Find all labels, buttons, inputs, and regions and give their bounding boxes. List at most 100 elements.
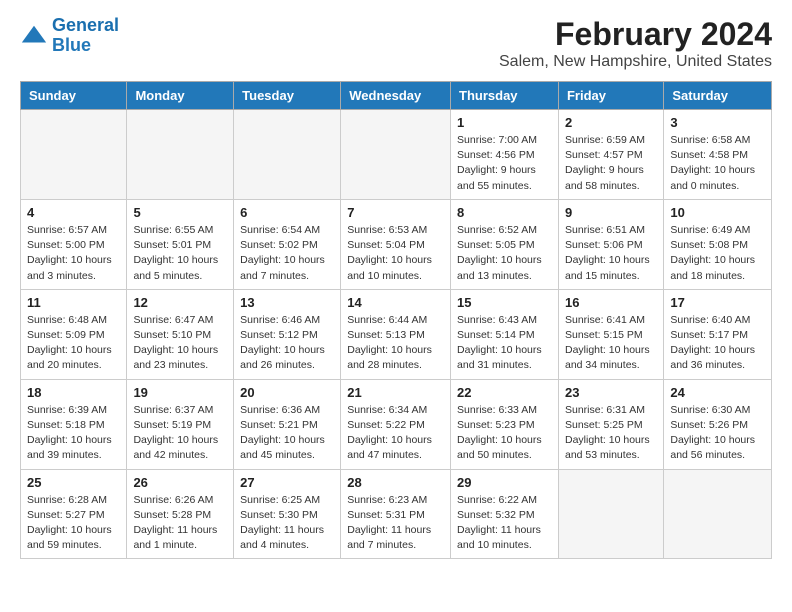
table-row: 19 Sunrise: 6:37 AMSunset: 5:19 PMDayligh… <box>127 379 234 469</box>
day-info: Sunrise: 6:22 AMSunset: 5:32 PMDaylight:… <box>457 493 552 554</box>
day-info: Sunrise: 6:37 AMSunset: 5:19 PMDaylight:… <box>133 403 227 464</box>
table-row: 20 Sunrise: 6:36 AMSunset: 5:21 PMDayligh… <box>234 379 341 469</box>
day-info: Sunrise: 6:57 AMSunset: 5:00 PMDaylight:… <box>27 223 120 284</box>
table-row: 17 Sunrise: 6:40 AMSunset: 5:17 PMDayligh… <box>664 289 772 379</box>
day-info: Sunrise: 6:26 AMSunset: 5:28 PMDaylight:… <box>133 493 227 554</box>
day-info: Sunrise: 6:34 AMSunset: 5:22 PMDaylight:… <box>347 403 444 464</box>
logo-line2: Blue <box>52 35 91 55</box>
col-header-tuesday: Tuesday <box>234 82 341 110</box>
day-info: Sunrise: 6:55 AMSunset: 5:01 PMDaylight:… <box>133 223 227 284</box>
table-row: 6Sunrise: 6:54 AMSunset: 5:02 PMDaylight… <box>234 199 341 289</box>
day-info: Sunrise: 7:00 AMSunset: 4:56 PMDaylight:… <box>457 133 552 194</box>
day-number: 12 <box>133 295 227 310</box>
day-number: 6 <box>240 205 334 220</box>
page-header: General Blue February 2024 Salem, New Ha… <box>20 16 772 71</box>
table-row: 12 Sunrise: 6:47 AMSunset: 5:10 PMDayligh… <box>127 289 234 379</box>
day-number: 15 <box>457 295 552 310</box>
calendar-week-row: 18 Sunrise: 6:39 AMSunset: 5:18 PMDayligh… <box>21 379 772 469</box>
day-number: 10 <box>670 205 765 220</box>
day-info: Sunrise: 6:40 AMSunset: 5:17 PMDaylight:… <box>670 313 765 374</box>
day-number: 29 <box>457 475 552 490</box>
day-number: 24 <box>670 385 765 400</box>
day-info: Sunrise: 6:41 AMSunset: 5:15 PMDaylight:… <box>565 313 657 374</box>
calendar-table: SundayMondayTuesdayWednesdayThursdayFrid… <box>20 81 772 559</box>
table-row: 1 Sunrise: 7:00 AMSunset: 4:56 PMDaylight… <box>451 110 559 200</box>
day-info: Sunrise: 6:49 AMSunset: 5:08 PMDaylight:… <box>670 223 765 284</box>
day-info: Sunrise: 6:31 AMSunset: 5:25 PMDaylight:… <box>565 403 657 464</box>
table-row: 21 Sunrise: 6:34 AMSunset: 5:22 PMDayligh… <box>341 379 451 469</box>
day-number: 21 <box>347 385 444 400</box>
day-info: Sunrise: 6:51 AMSunset: 5:06 PMDaylight:… <box>565 223 657 284</box>
table-row <box>234 110 341 200</box>
table-row: 14 Sunrise: 6:44 AMSunset: 5:13 PMDayligh… <box>341 289 451 379</box>
day-number: 1 <box>457 115 552 130</box>
day-number: 26 <box>133 475 227 490</box>
table-row: 27 Sunrise: 6:25 AMSunset: 5:30 PMDayligh… <box>234 469 341 559</box>
col-header-monday: Monday <box>127 82 234 110</box>
table-row: 4Sunrise: 6:57 AMSunset: 5:00 PMDaylight… <box>21 199 127 289</box>
table-row: 23 Sunrise: 6:31 AMSunset: 5:25 PMDayligh… <box>558 379 663 469</box>
day-info: Sunrise: 6:58 AMSunset: 4:58 PMDaylight:… <box>670 133 765 194</box>
day-number: 5 <box>133 205 227 220</box>
calendar-header-row: SundayMondayTuesdayWednesdayThursdayFrid… <box>21 82 772 110</box>
day-info: Sunrise: 6:28 AMSunset: 5:27 PMDaylight:… <box>27 493 120 554</box>
table-row: 2Sunrise: 6:59 AMSunset: 4:57 PMDaylight… <box>558 110 663 200</box>
day-number: 17 <box>670 295 765 310</box>
logo: General Blue <box>20 16 119 56</box>
table-row: 11 Sunrise: 6:48 AMSunset: 5:09 PMDayligh… <box>21 289 127 379</box>
day-number: 27 <box>240 475 334 490</box>
table-row: 22Sunrise: 6:33 AMSunset: 5:23 PMDayligh… <box>451 379 559 469</box>
day-number: 22 <box>457 385 552 400</box>
calendar-week-row: 11 Sunrise: 6:48 AMSunset: 5:09 PMDayligh… <box>21 289 772 379</box>
calendar-week-row: 25 Sunrise: 6:28 AMSunset: 5:27 PMDayligh… <box>21 469 772 559</box>
table-row: 9 Sunrise: 6:51 AMSunset: 5:06 PMDaylight… <box>558 199 663 289</box>
day-number: 18 <box>27 385 120 400</box>
table-row: 7 Sunrise: 6:53 AMSunset: 5:04 PMDaylight… <box>341 199 451 289</box>
day-number: 3 <box>670 115 765 130</box>
day-number: 8 <box>457 205 552 220</box>
table-row: 25 Sunrise: 6:28 AMSunset: 5:27 PMDayligh… <box>21 469 127 559</box>
day-info: Sunrise: 6:52 AMSunset: 5:05 PMDaylight:… <box>457 223 552 284</box>
table-row: 10 Sunrise: 6:49 AMSunset: 5:08 PMDayligh… <box>664 199 772 289</box>
day-number: 23 <box>565 385 657 400</box>
day-info: Sunrise: 6:46 AMSunset: 5:12 PMDaylight:… <box>240 313 334 374</box>
day-info: Sunrise: 6:47 AMSunset: 5:10 PMDaylight:… <box>133 313 227 374</box>
day-number: 14 <box>347 295 444 310</box>
day-info: Sunrise: 6:30 AMSunset: 5:26 PMDaylight:… <box>670 403 765 464</box>
table-row: 16 Sunrise: 6:41 AMSunset: 5:15 PMDayligh… <box>558 289 663 379</box>
day-number: 20 <box>240 385 334 400</box>
day-info: Sunrise: 6:44 AMSunset: 5:13 PMDaylight:… <box>347 313 444 374</box>
table-row <box>664 469 772 559</box>
col-header-sunday: Sunday <box>21 82 127 110</box>
day-info: Sunrise: 6:48 AMSunset: 5:09 PMDaylight:… <box>27 313 120 374</box>
day-number: 7 <box>347 205 444 220</box>
day-info: Sunrise: 6:53 AMSunset: 5:04 PMDaylight:… <box>347 223 444 284</box>
table-row: 3 Sunrise: 6:58 AMSunset: 4:58 PMDaylight… <box>664 110 772 200</box>
calendar-week-row: 1 Sunrise: 7:00 AMSunset: 4:56 PMDaylight… <box>21 110 772 200</box>
table-row: 28Sunrise: 6:23 AMSunset: 5:31 PMDayligh… <box>341 469 451 559</box>
day-number: 9 <box>565 205 657 220</box>
day-info: Sunrise: 6:25 AMSunset: 5:30 PMDaylight:… <box>240 493 334 554</box>
col-header-wednesday: Wednesday <box>341 82 451 110</box>
day-number: 19 <box>133 385 227 400</box>
table-row: 18 Sunrise: 6:39 AMSunset: 5:18 PMDayligh… <box>21 379 127 469</box>
table-row <box>127 110 234 200</box>
day-number: 11 <box>27 295 120 310</box>
day-number: 2 <box>565 115 657 130</box>
logo-line1: General <box>52 15 119 35</box>
day-number: 25 <box>27 475 120 490</box>
day-info: Sunrise: 6:39 AMSunset: 5:18 PMDaylight:… <box>27 403 120 464</box>
table-row: 26 Sunrise: 6:26 AMSunset: 5:28 PMDayligh… <box>127 469 234 559</box>
col-header-saturday: Saturday <box>664 82 772 110</box>
logo-icon <box>20 22 48 50</box>
day-info: Sunrise: 6:36 AMSunset: 5:21 PMDaylight:… <box>240 403 334 464</box>
location-title: Salem, New Hampshire, United States <box>499 53 772 71</box>
table-row <box>21 110 127 200</box>
table-row: 13Sunrise: 6:46 AMSunset: 5:12 PMDayligh… <box>234 289 341 379</box>
table-row <box>341 110 451 200</box>
table-row: 15Sunrise: 6:43 AMSunset: 5:14 PMDayligh… <box>451 289 559 379</box>
day-number: 16 <box>565 295 657 310</box>
table-row: 24 Sunrise: 6:30 AMSunset: 5:26 PMDayligh… <box>664 379 772 469</box>
month-title: February 2024 <box>499 16 772 53</box>
table-row: 8 Sunrise: 6:52 AMSunset: 5:05 PMDaylight… <box>451 199 559 289</box>
